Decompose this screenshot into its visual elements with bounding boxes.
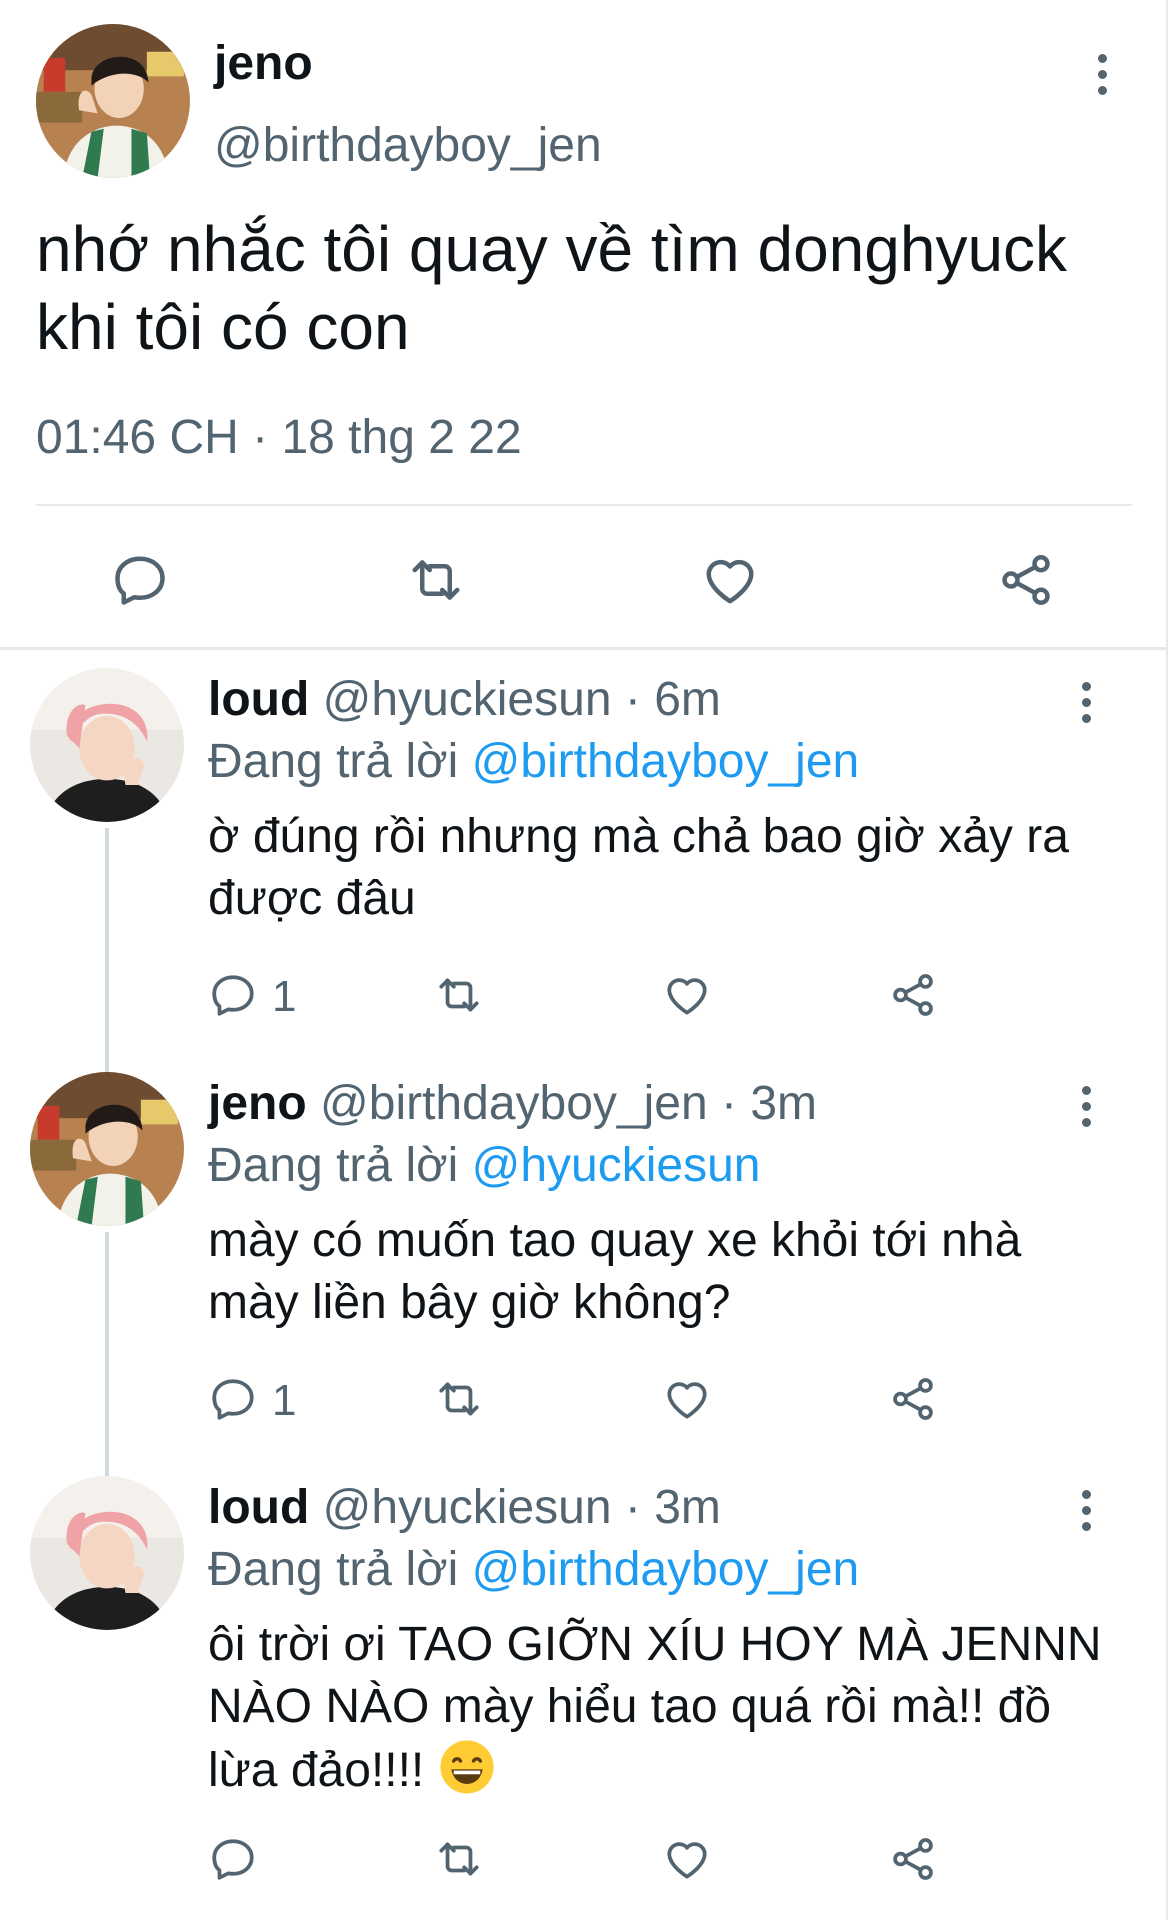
share-icon[interactable] [996, 550, 1056, 615]
author-handle[interactable]: @birthdayboy_jen [214, 118, 602, 173]
reply-icon[interactable] [208, 970, 258, 1025]
author-name[interactable]: loud [208, 1481, 309, 1534]
more-options-icon[interactable] [1095, 54, 1109, 95]
tweet-time: 01:46 CH [36, 411, 239, 464]
meta-separator: · [252, 411, 269, 464]
tweet-timestamp[interactable]: 01:46 CH · 18 thg 2 22 [36, 410, 522, 465]
reply-actions: 1 [0, 968, 1166, 1028]
tweet-text: nhớ nhắc tôi quay về tìm donghyuck khi t… [36, 213, 1068, 363]
more-options-icon[interactable] [1079, 682, 1093, 723]
replying-to: Đang trả lời @birthdayboy_jen [208, 730, 859, 794]
reply-text: mày có muốn tao quay xe khỏi tới nhà mày… [208, 1214, 1022, 1329]
like-icon[interactable] [662, 1834, 712, 1889]
grinning-face-emoji [438, 1738, 496, 1796]
replying-to-link[interactable]: @hyuckiesun [472, 1139, 761, 1192]
author-handle[interactable]: @hyuckiesun [323, 1481, 612, 1534]
reply-icon[interactable] [208, 1834, 258, 1889]
reply-header: jeno @birthdayboy_jen · 3m [208, 1072, 817, 1136]
meta-separator: · [624, 1481, 641, 1534]
share-icon[interactable] [888, 1834, 938, 1889]
avatar[interactable] [30, 1476, 184, 1630]
retweet-icon[interactable] [434, 1374, 484, 1429]
reply-tweet[interactable]: loud @hyuckiesun · 6m Đang trả lời @birt… [0, 668, 1166, 1068]
reply-header: loud @hyuckiesun · 6m [208, 668, 721, 732]
author-name[interactable]: jeno [214, 36, 313, 91]
reply-text: ôi trời ơi TAO GIỠN XÍU HOY MÀ JENNN NÀO… [208, 1614, 1108, 1802]
like-icon[interactable] [662, 970, 712, 1025]
section-divider [0, 647, 1166, 650]
author-handle[interactable]: @hyuckiesun [323, 673, 612, 726]
reply-tweet[interactable]: jeno @birthdayboy_jen · 3m Đang trả lời … [0, 1072, 1166, 1472]
replying-label: Đang trả lời [208, 1139, 459, 1192]
replying-to-link[interactable]: @birthdayboy_jen [472, 1543, 860, 1596]
avatar[interactable] [36, 24, 190, 178]
replying-to-link[interactable]: @birthdayboy_jen [472, 735, 860, 788]
reply-text-content: ôi trời ơi TAO GIỠN XÍU HOY MÀ JENNN NÀO… [208, 1618, 1102, 1797]
reply-tweet[interactable]: loud @hyuckiesun · 3m Đang trả lời @birt… [0, 1476, 1166, 1920]
reply-count: 1 [272, 1376, 297, 1425]
share-icon[interactable] [888, 1374, 938, 1429]
avatar[interactable] [30, 668, 184, 822]
reply-icon[interactable] [208, 1374, 258, 1429]
retweet-icon[interactable] [434, 970, 484, 1025]
reply-header: loud @hyuckiesun · 3m [208, 1476, 721, 1540]
reply-time[interactable]: 3m [654, 1481, 721, 1534]
reply-time[interactable]: 6m [654, 673, 721, 726]
more-options-icon[interactable] [1079, 1086, 1093, 1127]
main-tweet: jeno @birthdayboy_jen nhớ nhắc tôi quay … [0, 0, 1166, 650]
retweet-icon[interactable] [434, 1834, 484, 1889]
meta-separator: · [624, 673, 641, 726]
like-icon[interactable] [700, 550, 760, 615]
avatar[interactable] [30, 1072, 184, 1226]
reply-time[interactable]: 3m [750, 1077, 817, 1130]
replying-to: Đang trả lời @birthdayboy_jen [208, 1538, 859, 1602]
divider [36, 504, 1132, 506]
like-icon[interactable] [662, 1374, 712, 1429]
reply-text: ờ đúng rồi nhưng mà chả bao giờ xảy ra đ… [208, 810, 1069, 925]
author-name[interactable]: jeno [208, 1077, 307, 1130]
reply-actions: 1 [0, 1372, 1166, 1432]
retweet-icon[interactable] [406, 550, 466, 615]
author-handle[interactable]: @birthdayboy_jen [320, 1077, 708, 1130]
reply-actions [0, 1832, 1166, 1892]
meta-separator: · [721, 1077, 737, 1130]
reply-icon[interactable] [110, 550, 170, 615]
share-icon[interactable] [888, 970, 938, 1025]
tweet-actions [0, 540, 1166, 620]
reply-count: 1 [272, 972, 297, 1021]
more-options-icon[interactable] [1079, 1490, 1093, 1531]
author-name[interactable]: loud [208, 673, 309, 726]
replying-label: Đang trả lời [208, 735, 459, 788]
tweet-date: 18 thg 2 22 [281, 411, 522, 464]
replying-label: Đang trả lời [208, 1543, 459, 1596]
replying-to: Đang trả lời @hyuckiesun [208, 1134, 760, 1198]
